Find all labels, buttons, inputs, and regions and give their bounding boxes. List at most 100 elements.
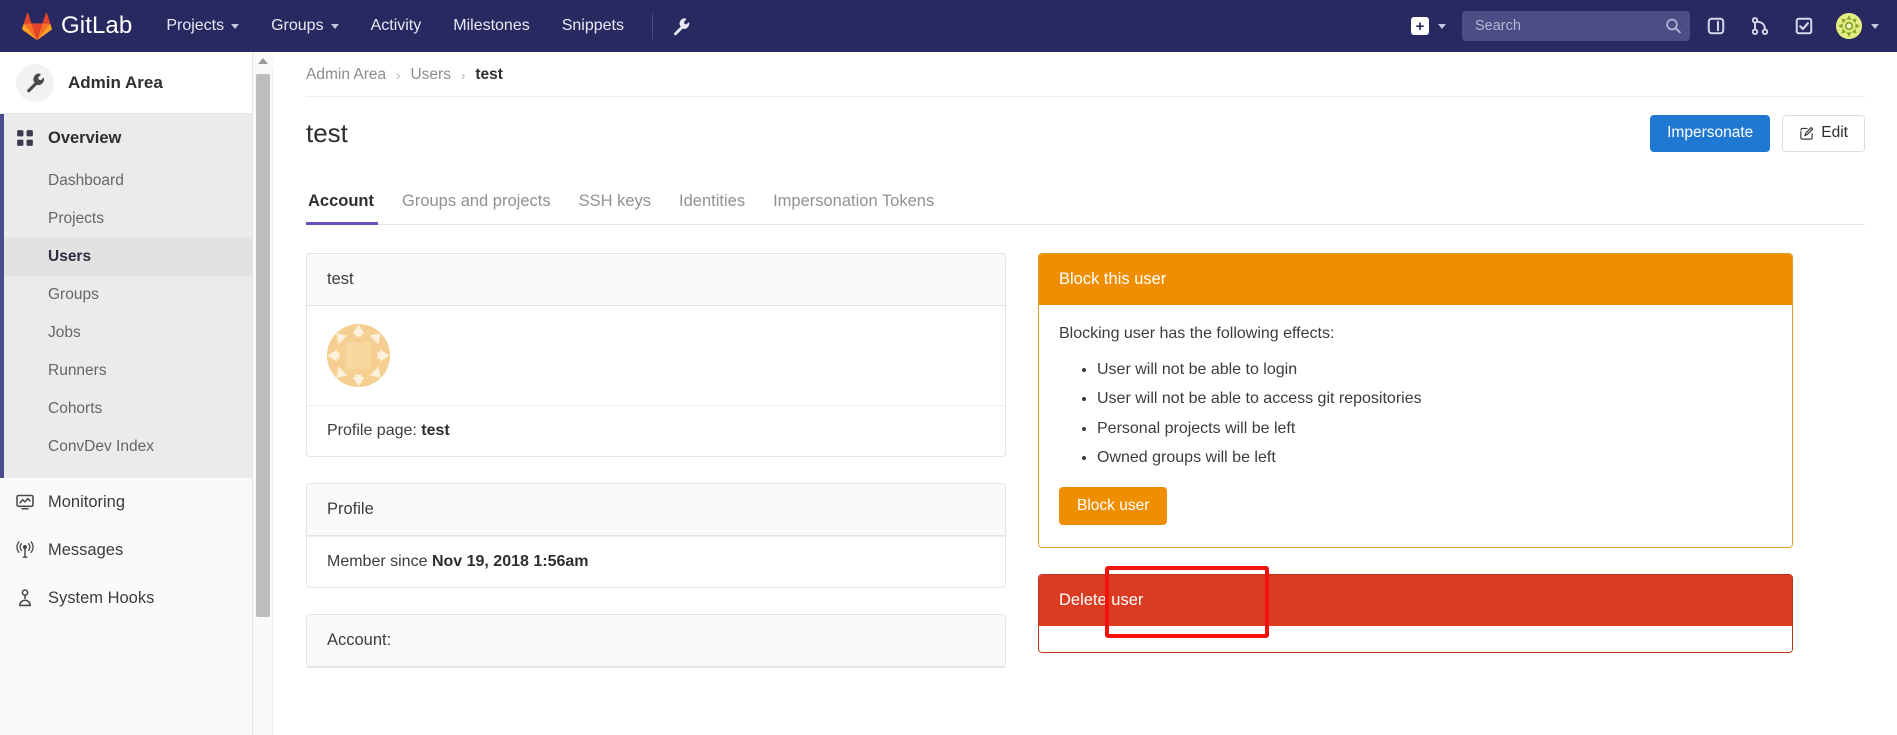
right-column: Block this user Blocking user has the fo… (1038, 252, 1793, 694)
wrench-icon (16, 63, 54, 102)
delete-user-panel: Delete user (1038, 573, 1793, 653)
account-card-title: Account: (307, 614, 1005, 667)
sidebar-item-messages-label: Messages (48, 540, 124, 559)
sidebar-item-convdev-index-label: ConvDev Index (48, 438, 154, 455)
sidebar-item-runners[interactable]: Runners (0, 352, 252, 390)
top-navbar: GitLab Projects Groups Activity Mileston… (0, 0, 1897, 52)
sidebar-item-cohorts-label: Cohorts (48, 400, 103, 417)
issues-button[interactable] (1694, 0, 1738, 52)
profile-page-label: Profile page: (327, 421, 417, 439)
sidebar-context-admin-area[interactable]: Admin Area (0, 52, 252, 114)
block-user-intro: Blocking user has the following effects: (1059, 324, 1335, 342)
pencil-square-icon (1800, 126, 1814, 140)
user-summary-card-title: test (307, 253, 1005, 306)
sidebar-item-overview[interactable]: Overview (0, 114, 252, 162)
tab-account-label: Account (308, 191, 374, 210)
block-user-button[interactable]: Block user (1059, 486, 1168, 525)
tab-groups-and-projects[interactable]: Groups and projects (388, 182, 565, 224)
sidebar-item-users-label: Users (48, 248, 92, 265)
nav-link-snippets[interactable]: Snippets (546, 0, 640, 52)
sidebar-section-overview: Overview Dashboard Projects Users Groups… (0, 114, 252, 478)
nav-link-milestones[interactable]: Milestones (437, 0, 545, 52)
tab-impersonation-tokens[interactable]: Impersonation Tokens (759, 182, 948, 224)
search-box (1462, 11, 1690, 41)
impersonate-button[interactable]: Impersonate (1650, 115, 1771, 152)
sidebar-item-messages[interactable]: Messages (0, 526, 252, 574)
account-card: Account: (306, 613, 1006, 668)
user-menu-button[interactable] (1826, 0, 1885, 52)
new-item-dropdown-button[interactable]: + (1405, 0, 1454, 52)
block-user-panel-footer: Block user (1039, 486, 1792, 547)
admin-area-wrench-button[interactable] (659, 0, 703, 52)
search-input[interactable] (1462, 11, 1690, 41)
navbar-divider (652, 13, 653, 39)
sidebar-item-dashboard-label: Dashboard (48, 172, 124, 189)
gitlab-tanuki-logo-icon (22, 12, 52, 40)
breadcrumb-item-users[interactable]: Users (410, 66, 450, 84)
grid-dots-icon (17, 130, 33, 146)
user-tabs: Account Groups and projects SSH keys Ide… (306, 182, 1865, 225)
block-user-panel: Block this user Blocking user has the fo… (1038, 252, 1793, 548)
todos-check-icon (1795, 17, 1813, 35)
user-summary-card: test Profile page: test (306, 252, 1006, 457)
tab-ssh-keys-label: SSH keys (578, 191, 652, 210)
nav-link-snippets-label: Snippets (561, 17, 624, 34)
breadcrumb-item-admin-area[interactable]: Admin Area (306, 66, 386, 84)
block-user-effects-list: User will not be able to login User will… (1059, 359, 1772, 469)
sidebar-item-projects[interactable]: Projects (0, 200, 252, 238)
plus-square-icon: + (1411, 17, 1429, 35)
tab-identities[interactable]: Identities (665, 182, 759, 224)
sidebar-item-monitoring[interactable]: Monitoring (0, 478, 252, 526)
todos-button[interactable] (1782, 0, 1826, 52)
nav-link-projects[interactable]: Projects (150, 0, 255, 52)
breadcrumb: Admin Area › Users › test (274, 52, 1897, 84)
chevron-down-icon (231, 23, 240, 29)
chevron-up-icon (258, 57, 268, 64)
hook-icon (19, 589, 31, 607)
sidebar-item-cohorts[interactable]: Cohorts (0, 390, 252, 428)
profile-page-row: Profile page: test (307, 404, 1005, 456)
merge-requests-button[interactable] (1738, 0, 1782, 52)
delete-user-panel-body (1039, 625, 1792, 652)
scrollbar-up-arrow[interactable] (253, 52, 273, 69)
sidebar-item-runners-label: Runners (48, 362, 107, 379)
sidebar-item-projects-label: Projects (48, 210, 104, 227)
tab-identities-label: Identities (679, 191, 746, 210)
list-item: User will not be able to access git repo… (1097, 388, 1772, 410)
member-since-row: Member since Nov 19, 2018 1:56am (307, 535, 1005, 587)
sidebar-item-users[interactable]: Users (0, 238, 252, 276)
edit-button-label: Edit (1821, 124, 1848, 141)
profile-card: Profile Member since Nov 19, 2018 1:56am (306, 482, 1006, 588)
chevron-down-icon (1871, 23, 1879, 29)
chevron-down-icon (1438, 23, 1446, 29)
content-scrollbar[interactable] (253, 52, 273, 735)
user-avatar (1836, 13, 1862, 39)
page-actions: Impersonate Edit (1650, 115, 1865, 152)
profile-page-link[interactable]: test (421, 422, 449, 439)
member-since-value: Nov 19, 2018 1:56am (431, 552, 589, 570)
sidebar-item-monitoring-label: Monitoring (48, 492, 126, 511)
sidebar-context-label: Admin Area (68, 72, 163, 92)
identicon-avatar (327, 323, 390, 387)
tab-impersonation-tokens-label: Impersonation Tokens (773, 191, 935, 210)
admin-sidebar: Admin Area Overview Dashboard Projects U… (0, 52, 253, 735)
sidebar-item-convdev-index[interactable]: ConvDev Index (0, 428, 252, 466)
main-content: Admin Area › Users › test test Impersona… (274, 52, 1897, 735)
sidebar-item-system-hooks[interactable]: System Hooks (0, 574, 252, 622)
nav-link-activity[interactable]: Activity (355, 0, 438, 52)
navbar-links: Projects Groups Activity Milestones Snip… (150, 0, 703, 52)
sidebar-item-groups[interactable]: Groups (0, 276, 252, 314)
sidebar-item-dashboard[interactable]: Dashboard (0, 162, 252, 200)
scrollbar-thumb[interactable] (256, 74, 270, 617)
chevron-down-icon (330, 23, 339, 29)
sidebar-item-jobs-label: Jobs (48, 324, 81, 341)
edit-button[interactable]: Edit (1782, 115, 1865, 152)
tab-account[interactable]: Account (306, 182, 388, 225)
nav-link-activity-label: Activity (370, 17, 422, 34)
tab-ssh-keys[interactable]: SSH keys (565, 182, 665, 224)
breadcrumb-separator: › (460, 67, 466, 83)
nav-link-groups[interactable]: Groups (255, 0, 354, 52)
gitlab-brand-link[interactable]: GitLab (0, 0, 150, 52)
issues-icon (1707, 17, 1725, 35)
sidebar-item-jobs[interactable]: Jobs (0, 314, 252, 352)
